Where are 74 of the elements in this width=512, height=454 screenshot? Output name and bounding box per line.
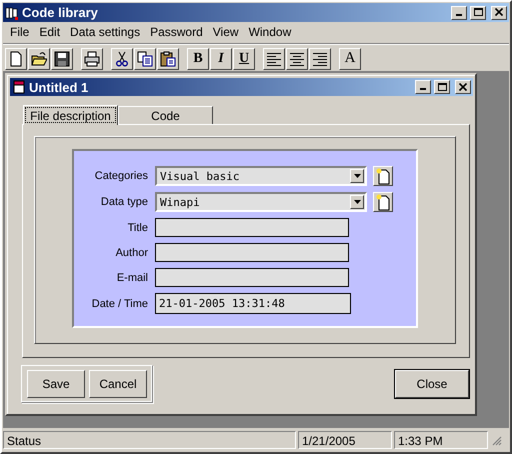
align-right-icon [312,50,328,66]
new-document-icon [8,50,24,66]
new-document-button[interactable] [5,48,27,70]
minimize-button[interactable] [415,80,431,94]
close-icon [458,82,468,92]
open-folder-button[interactable] [28,48,50,70]
maximize-button[interactable] [434,80,450,94]
scissors-icon [114,50,130,66]
status-pane: Status [3,431,296,449]
new-item-button[interactable] [373,192,393,212]
align-center-button[interactable] [286,48,308,70]
minimize-icon [420,88,426,90]
menu-item[interactable]: File [5,25,34,39]
window-title: Untitled 1 [29,80,88,94]
tab[interactable]: Code [118,106,213,124]
dropdown-arrow-button[interactable] [350,195,364,209]
maximize-button[interactable] [470,6,486,20]
menu-item[interactable]: View [208,25,244,39]
down-triangle-icon [354,174,360,178]
font-button[interactable]: A [339,48,361,70]
status-pane: 1/21/2005 [298,431,392,449]
menu-item[interactable]: Edit [34,25,66,39]
status-pane: 1:33 PM [394,431,488,449]
save-button[interactable]: Save [27,370,85,398]
field-label: Date / Time [90,298,148,310]
dropdown[interactable]: Visual basic [155,166,367,186]
field-label: Data type [100,196,148,208]
close-button[interactable] [455,80,471,94]
new-page-icon [375,194,391,210]
align-left-button[interactable] [263,48,285,70]
maximize-icon [437,82,447,92]
align-center-icon [289,50,305,66]
tab[interactable]: File description [23,105,118,125]
align-left-icon [266,50,282,66]
printer-button[interactable] [81,48,103,70]
bold-button[interactable]: B [187,48,209,70]
field-label: E-mail [116,272,148,284]
printer-icon [84,50,100,66]
resize-grip-icon [490,434,502,446]
close-button[interactable] [491,6,507,20]
copy-pages-icon [137,50,153,66]
underline-button[interactable]: U [233,48,255,70]
align-right-button[interactable] [309,48,331,70]
field-label: Title [126,222,148,234]
field-label: Author [114,246,148,258]
open-folder-icon [31,50,47,66]
field-label: Categories [94,170,148,182]
minimize-button[interactable] [451,6,467,20]
close-button[interactable]: Close [395,370,469,398]
new-page-icon [375,168,391,184]
close-icon [494,8,504,17]
floppy-disk-button[interactable] [51,48,73,70]
cancel-button[interactable]: Cancel [89,370,147,398]
minimize-icon [456,14,462,16]
window-title: Code library [22,5,98,20]
dropdown[interactable]: Winapi [155,192,367,212]
dropdown-arrow-button[interactable] [350,169,364,183]
italic-button[interactable]: I [210,48,232,70]
scissors-button[interactable] [111,48,133,70]
maximize-icon [473,8,483,17]
notepad-icon [12,80,26,94]
text-field[interactable]: 21-01-2005 13:31:48 [155,293,351,314]
menu-item[interactable]: Data settings [65,25,146,39]
books-icon [5,6,19,20]
menu-item[interactable]: Window [244,25,296,39]
text-field[interactable] [155,243,349,262]
text-field[interactable] [155,218,349,237]
copy-pages-button[interactable] [134,48,156,70]
menu-item[interactable]: Password [145,25,208,39]
clipboard-button[interactable] [157,48,179,70]
clipboard-icon [160,50,176,66]
down-triangle-icon [354,200,360,204]
text-field[interactable] [155,268,349,287]
new-item-button[interactable] [373,166,393,186]
